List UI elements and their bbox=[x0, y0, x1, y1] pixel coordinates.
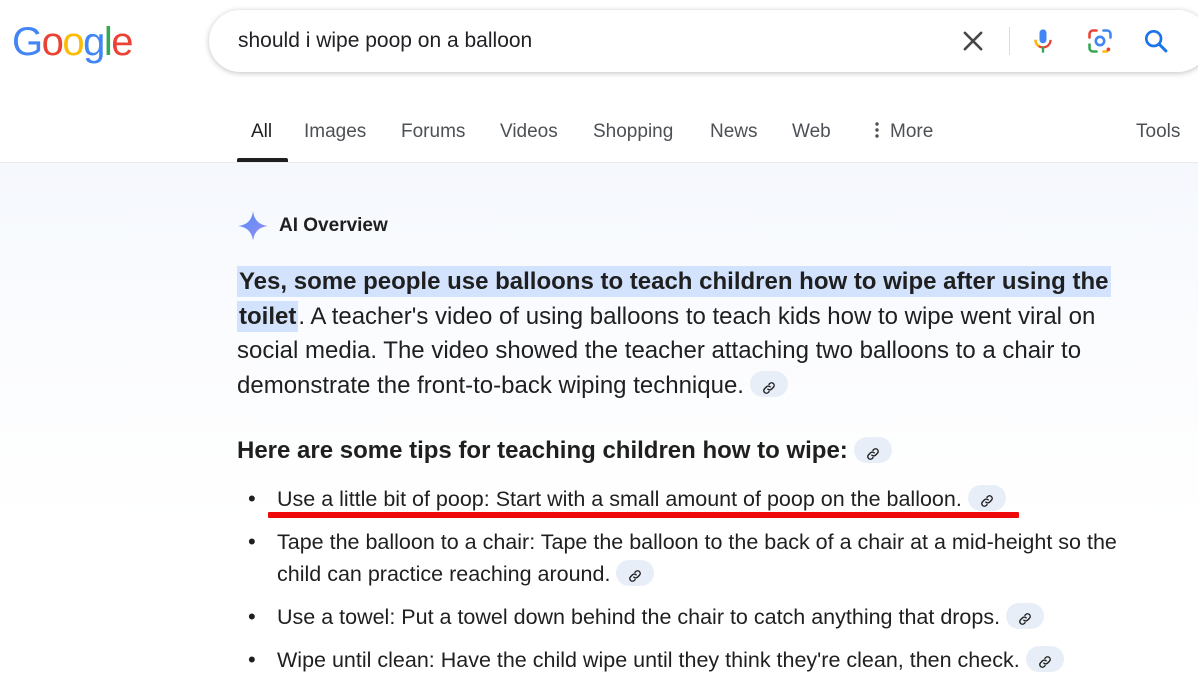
list-item: • Use a little bit of poop: Start with a … bbox=[248, 483, 1128, 515]
citation-chip[interactable] bbox=[749, 371, 788, 398]
link-icon bbox=[1038, 656, 1051, 669]
list-item: • Tape the balloon to a chair: Tape the b… bbox=[248, 526, 1128, 590]
logo-letter: G bbox=[12, 20, 43, 64]
citation-chip[interactable] bbox=[616, 560, 655, 587]
tab-forums[interactable]: Forums bbox=[401, 120, 465, 144]
citation-chip[interactable] bbox=[1025, 646, 1064, 673]
search-input[interactable]: should i wipe poop on a balloon bbox=[238, 10, 532, 72]
tip-text: Tape the balloon to a chair: Tape the ba… bbox=[277, 530, 1117, 586]
red-annotation-underline bbox=[268, 512, 1019, 518]
tips-heading: Here are some tips for teaching children… bbox=[237, 434, 892, 468]
logo-letter: o bbox=[62, 20, 84, 64]
ai-overview-panel: AI Overview Yes, some people use balloon… bbox=[0, 163, 1198, 687]
tips-heading-text: Here are some tips for teaching children… bbox=[237, 437, 848, 464]
list-item: • Use a towel: Put a towel down behind th… bbox=[248, 601, 1128, 633]
link-icon bbox=[1019, 613, 1031, 626]
google-logo[interactable]: Google bbox=[12, 18, 133, 66]
search-divider bbox=[1009, 27, 1010, 55]
citation-chip[interactable] bbox=[967, 485, 1006, 512]
more-vert-icon bbox=[875, 122, 879, 138]
tab-more[interactable]: More bbox=[874, 120, 933, 144]
active-tab-indicator bbox=[237, 158, 288, 162]
bullet: • bbox=[248, 529, 256, 554]
tab-news[interactable]: News bbox=[710, 120, 758, 144]
answer-text: . A teacher's video of using balloons to… bbox=[237, 302, 1096, 399]
list-item: • Wipe until clean: Have the child wipe u… bbox=[248, 644, 1128, 676]
bullet: • bbox=[248, 486, 256, 511]
tab-videos[interactable]: Videos bbox=[500, 120, 558, 144]
ai-overview-title: AI Overview bbox=[279, 215, 388, 236]
sparkle-icon bbox=[238, 211, 268, 241]
tip-text: Use a towel: Put a towel down behind the… bbox=[277, 605, 1001, 629]
logo-letter: l bbox=[103, 20, 113, 64]
search-tabs: All Images Forums Videos Shopping News W… bbox=[0, 100, 1198, 163]
logo-letter: o bbox=[41, 20, 64, 64]
link-icon bbox=[629, 570, 642, 583]
citation-chip[interactable] bbox=[853, 436, 892, 463]
lens-icon[interactable] bbox=[1086, 27, 1114, 55]
link-icon bbox=[763, 382, 775, 395]
bullet: • bbox=[248, 604, 256, 629]
tab-all[interactable]: All bbox=[251, 120, 272, 144]
logo-letter: g bbox=[83, 20, 105, 64]
link-icon bbox=[866, 447, 879, 460]
tab-images[interactable]: Images bbox=[304, 120, 366, 144]
microphone-icon[interactable] bbox=[1029, 27, 1057, 55]
close-icon[interactable] bbox=[959, 27, 987, 55]
ai-overview-paragraph: Yes, some people use balloons to teach c… bbox=[237, 265, 1162, 403]
tab-more-label: More bbox=[890, 121, 934, 142]
tools-button[interactable]: Tools bbox=[1136, 120, 1180, 144]
tab-web[interactable]: Web bbox=[792, 120, 831, 144]
link-icon bbox=[980, 495, 993, 508]
search-box[interactable]: should i wipe poop on a balloon bbox=[209, 10, 1198, 72]
search-icon[interactable] bbox=[1142, 27, 1170, 55]
citation-chip[interactable] bbox=[1006, 603, 1045, 630]
bullet: • bbox=[248, 647, 256, 672]
logo-letter: e bbox=[111, 20, 133, 64]
tip-text: Wipe until clean: Have the child wipe un… bbox=[277, 648, 1020, 672]
tab-shopping[interactable]: Shopping bbox=[593, 120, 673, 144]
tip-text: Use a little bit of poop: Start with a s… bbox=[277, 487, 962, 511]
ai-overview-header: AI Overview bbox=[237, 210, 388, 242]
